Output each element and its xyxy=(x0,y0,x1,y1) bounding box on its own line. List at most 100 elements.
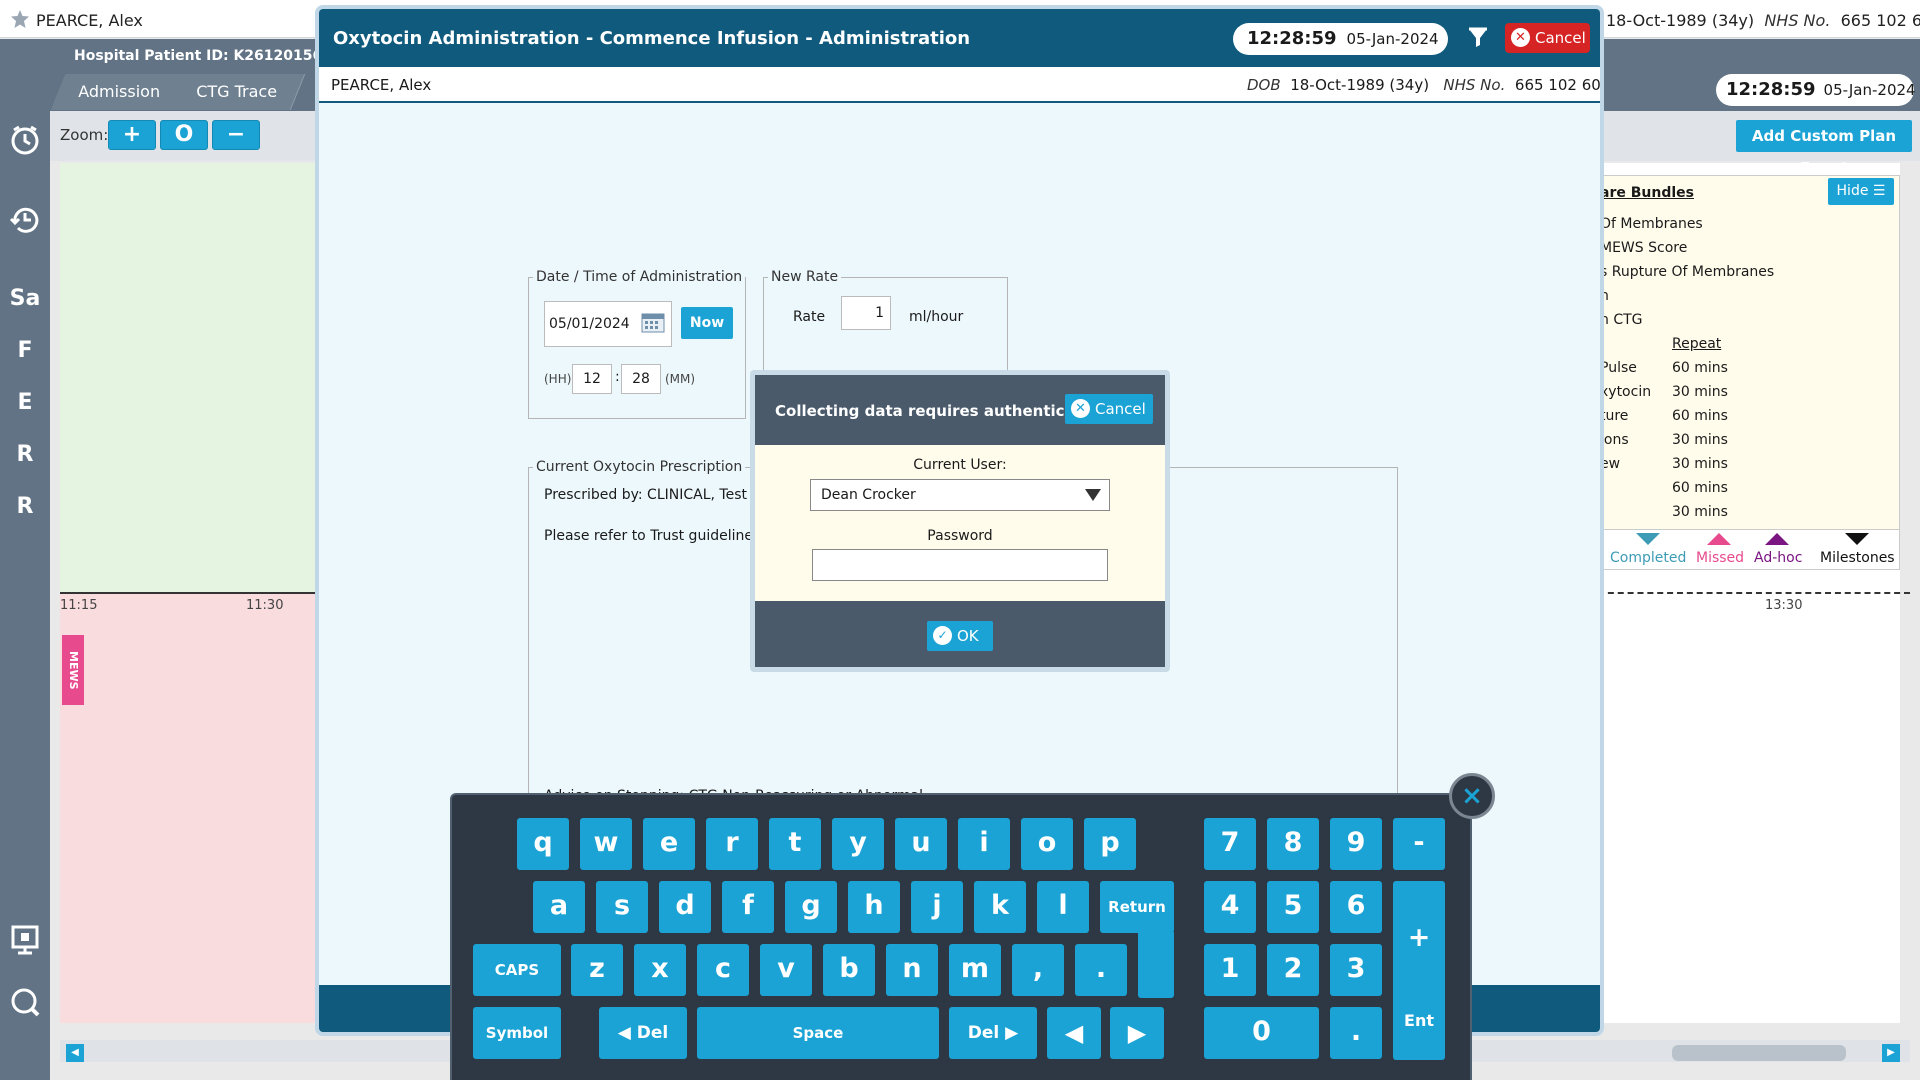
key-caps[interactable]: CAPS xyxy=(473,944,561,996)
repeat-row-interval: 60 mins xyxy=(1672,360,1728,376)
key-z[interactable]: z xyxy=(571,944,623,996)
zoom-out-button[interactable]: − xyxy=(212,120,260,150)
sidebar-item-sa[interactable]: Sa xyxy=(0,286,50,311)
dialog-title: Oxytocin Administration - Commence Infus… xyxy=(333,28,971,49)
key-x[interactable]: x xyxy=(634,944,686,996)
tab-admission[interactable]: Admission xyxy=(50,74,189,110)
key-0[interactable]: 0 xyxy=(1204,1007,1319,1059)
key-n[interactable]: n xyxy=(886,944,938,996)
key-j[interactable]: j xyxy=(911,881,963,933)
key-symbol[interactable]: Symbol xyxy=(473,1007,561,1059)
key-w[interactable]: w xyxy=(580,818,632,870)
key-u[interactable]: u xyxy=(895,818,947,870)
mews-marker[interactable]: MEWS xyxy=(62,635,84,705)
add-custom-plan-event-button[interactable]: Add Custom Plan Event xyxy=(1736,120,1912,177)
key-i[interactable]: i xyxy=(958,818,1010,870)
time-tick-label: 11:15 xyxy=(60,598,98,613)
filter-icon[interactable] xyxy=(1467,27,1489,49)
key-8[interactable]: 8 xyxy=(1267,818,1319,870)
bundle-item: s Rupture Of Membranes xyxy=(1600,264,1775,280)
key-g[interactable]: g xyxy=(785,881,837,933)
sidebar-item-e[interactable]: E xyxy=(0,390,50,415)
rate-input[interactable]: 1 xyxy=(841,296,891,330)
key-decimal[interactable]: . xyxy=(1330,1007,1382,1059)
minute-input[interactable]: 28 xyxy=(621,364,661,394)
dialog-patient-info: DOB 18-Oct-1989 (34y) NHS No. 665 102 60… xyxy=(1247,76,1601,94)
check-icon: ✓ xyxy=(933,626,952,645)
sidebar-item-r1[interactable]: R xyxy=(0,442,50,467)
bundle-item: MEWS Score xyxy=(1600,240,1688,256)
key-1[interactable]: 1 xyxy=(1204,944,1256,996)
key-4[interactable]: 4 xyxy=(1204,881,1256,933)
key-delete-right[interactable]: Del ▶ xyxy=(949,1007,1037,1059)
repeat-row-interval: 60 mins xyxy=(1672,480,1728,496)
sidebar-item-f[interactable]: F xyxy=(0,338,50,363)
clock-icon[interactable] xyxy=(9,124,41,156)
dialog-cancel-button[interactable]: ✕ Cancel xyxy=(1505,23,1590,53)
key-7[interactable]: 7 xyxy=(1204,818,1256,870)
key-6[interactable]: 6 xyxy=(1330,881,1382,933)
key-2[interactable]: 2 xyxy=(1267,944,1319,996)
key-m[interactable]: m xyxy=(949,944,1001,996)
key-delete-left[interactable]: ◀ Del xyxy=(599,1007,687,1059)
key-space[interactable]: Space xyxy=(697,1007,939,1059)
key-d[interactable]: d xyxy=(659,881,711,933)
key-e[interactable]: e xyxy=(643,818,695,870)
repeat-row-interval: 30 mins xyxy=(1672,504,1728,520)
chart-area-upper xyxy=(60,163,330,593)
scroll-right-icon[interactable]: ▶ xyxy=(1882,1044,1900,1062)
history-icon[interactable] xyxy=(9,202,41,234)
zoom-in-button[interactable]: + xyxy=(108,120,156,150)
hour-input[interactable]: 12 xyxy=(572,364,612,394)
key-plus[interactable]: + xyxy=(1393,881,1445,996)
search-icon[interactable] xyxy=(9,986,41,1018)
key-k[interactable]: k xyxy=(974,881,1026,933)
now-button[interactable]: Now xyxy=(681,307,733,339)
key-enter[interactable]: Ent xyxy=(1393,982,1445,1060)
arrow-left-icon[interactable]: ◀ xyxy=(1047,1007,1101,1059)
chevron-down-icon xyxy=(1085,489,1101,501)
key-c[interactable]: c xyxy=(697,944,749,996)
key-h[interactable]: h xyxy=(848,881,900,933)
key-r[interactable]: r xyxy=(706,818,758,870)
scroll-left-icon[interactable]: ◀ xyxy=(66,1044,84,1062)
key-f[interactable]: f xyxy=(722,881,774,933)
auth-ok-button[interactable]: ✓ OK xyxy=(927,621,993,651)
key-q[interactable]: q xyxy=(517,818,569,870)
key-period[interactable]: . xyxy=(1075,944,1127,996)
tab-ctg-trace[interactable]: CTG Trace xyxy=(168,74,306,110)
prescription-legend: Current Oxytocin Prescription xyxy=(536,459,743,475)
zoom-reset-button[interactable]: O xyxy=(160,120,208,150)
calendar-icon[interactable] xyxy=(641,311,665,333)
key-3[interactable]: 3 xyxy=(1330,944,1382,996)
key-return[interactable]: Return xyxy=(1100,881,1174,933)
keyboard-close-icon[interactable]: × xyxy=(1449,773,1495,819)
hide-bundles-button[interactable]: Hide ☰ xyxy=(1828,178,1894,205)
key-l[interactable]: l xyxy=(1037,881,1089,933)
key-comma[interactable]: , xyxy=(1012,944,1064,996)
key-5[interactable]: 5 xyxy=(1267,881,1319,933)
key-y[interactable]: y xyxy=(832,818,884,870)
patient-star-icon xyxy=(11,10,29,28)
time-axis xyxy=(60,592,330,594)
sidebar-item-r2[interactable]: R xyxy=(0,494,50,519)
scrollbar-thumb[interactable] xyxy=(1672,1045,1846,1061)
arrow-right-icon[interactable]: ▶ xyxy=(1110,1007,1164,1059)
key-return-tail[interactable] xyxy=(1138,932,1174,998)
monitor-icon[interactable] xyxy=(9,924,41,956)
dialog-patient-name: PEARCE, Alex xyxy=(331,76,432,94)
key-o[interactable]: o xyxy=(1021,818,1073,870)
key-9[interactable]: 9 xyxy=(1330,818,1382,870)
key-minus[interactable]: - xyxy=(1393,818,1445,870)
password-input[interactable] xyxy=(812,549,1108,581)
auth-cancel-button[interactable]: ✕ Cancel xyxy=(1065,394,1153,424)
key-p[interactable]: p xyxy=(1084,818,1136,870)
key-s[interactable]: s xyxy=(596,881,648,933)
key-v[interactable]: v xyxy=(760,944,812,996)
bundle-item: Of Membranes xyxy=(1600,216,1703,232)
auth-title: Collecting data requires authentication. xyxy=(775,402,1114,420)
key-b[interactable]: b xyxy=(823,944,875,996)
key-a[interactable]: a xyxy=(533,881,585,933)
key-t[interactable]: t xyxy=(769,818,821,870)
current-user-select[interactable]: Dean Crocker xyxy=(810,479,1110,511)
